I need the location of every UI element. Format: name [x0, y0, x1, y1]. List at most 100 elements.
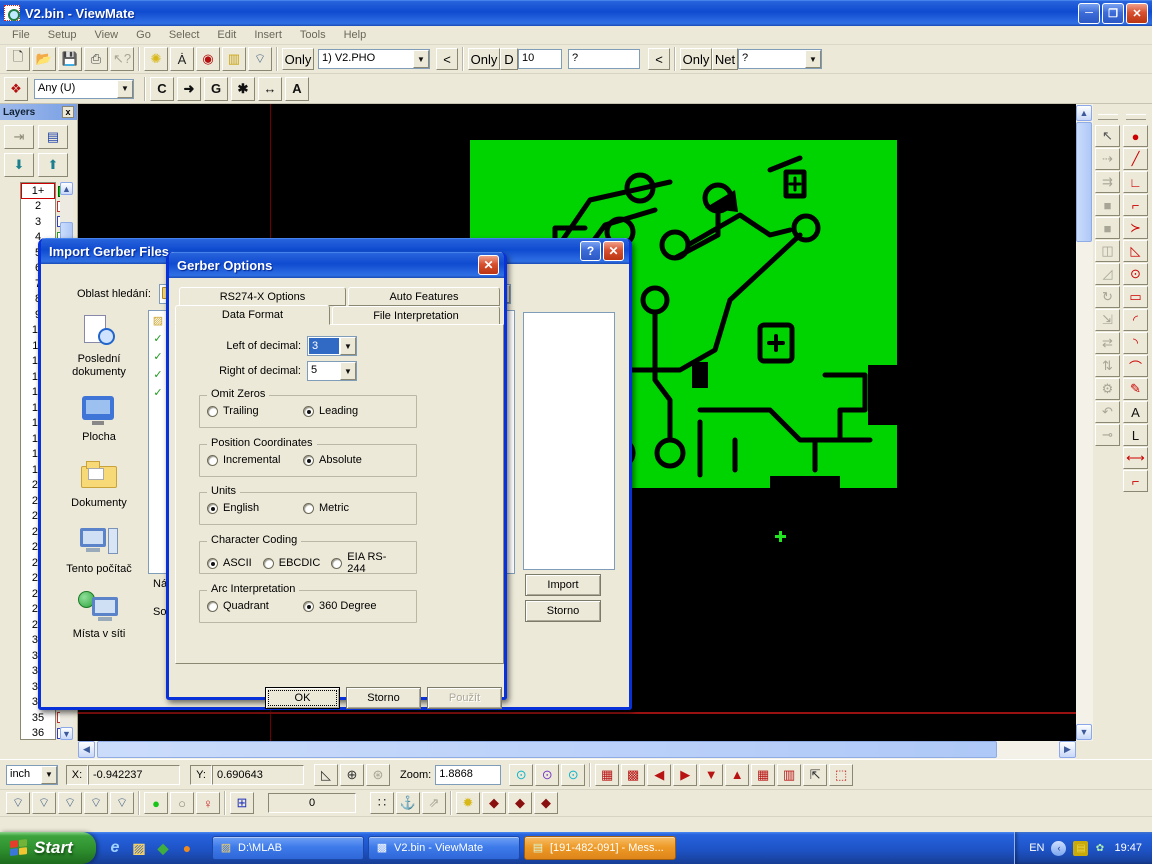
select-cursor-icon[interactable]: ↖ [1095, 125, 1120, 147]
undo-icon[interactable]: ↶ [1095, 401, 1120, 423]
highlight-red-bulb-icon[interactable]: ♀ [196, 792, 220, 814]
menu-item-file[interactable]: File [4, 27, 38, 43]
zoom-in-icon[interactable]: ⊙ [509, 764, 533, 786]
green-app-icon[interactable]: ◆ [154, 839, 172, 857]
menu-item-help[interactable]: Help [336, 27, 375, 43]
canvas-vertical-scrollbar[interactable]: ▲ ▼ [1076, 104, 1093, 741]
draw-hook-icon[interactable]: ⌐ [1123, 470, 1148, 492]
radio-dot[interactable] [207, 455, 218, 466]
move-dcode-icon[interactable]: ⇢ [1095, 148, 1120, 170]
chevron-down-icon[interactable]: ▼ [805, 50, 821, 68]
task-button[interactable]: ▨D:\MLAB [212, 836, 364, 860]
dcode-query-input[interactable]: ? [568, 49, 640, 69]
scroll-right-icon[interactable]: ▶ [1059, 741, 1076, 758]
close-icon[interactable]: ✕ [478, 255, 499, 275]
selection-filter-icon[interactable]: ❖ [4, 77, 28, 101]
filled-square-icon[interactable]: ■ [1095, 194, 1120, 216]
text-tool-button[interactable]: A [285, 77, 309, 101]
radio-eia-rs-244[interactable]: EIA RS-244 [331, 551, 401, 575]
tab-rs274x-options[interactable]: RS274-X Options [179, 287, 346, 306]
folder-icon[interactable]: ▨ [151, 314, 165, 328]
ok-button[interactable]: OK [265, 687, 340, 709]
menu-item-go[interactable]: Go [128, 27, 159, 43]
pad-select-flash-icon[interactable]: ✹ [456, 792, 480, 814]
component-tool-button[interactable]: C [150, 77, 174, 101]
net-select-combo[interactable]: ? ▼ [738, 49, 822, 69]
help-button[interactable]: ? [580, 241, 601, 261]
save-file-icon[interactable]: 💾 [58, 47, 82, 71]
tray-card-icon[interactable]: ▤ [1073, 841, 1088, 856]
radio-incremental[interactable]: Incremental [207, 454, 303, 466]
dcode-number-input[interactable]: 10 [518, 49, 562, 69]
storno-button[interactable]: Storno [346, 687, 421, 709]
view-ruler-icon[interactable]: ⌔ [248, 47, 272, 71]
resize-grid-icon[interactable]: ⇱ [803, 764, 827, 786]
scroll-thumb[interactable] [1076, 122, 1092, 242]
close-button[interactable]: ✕ [603, 241, 624, 261]
measure-diagonal-icon[interactable]: ⇗ [422, 792, 446, 814]
text-insert-icon[interactable]: A [1123, 401, 1148, 423]
zoom-value-input[interactable]: 1.8868 [435, 765, 501, 785]
gerber-file-icon[interactable]: ✓ [151, 350, 165, 364]
draw-angle-icon[interactable]: ≻ [1123, 217, 1148, 239]
layers-close-icon[interactable]: x [62, 106, 74, 118]
aperture-table-icon[interactable]: ⊞ [230, 792, 254, 814]
selection-filter-combo[interactable]: Any (U) ▼ [34, 79, 134, 99]
only-dcode-button[interactable]: Only [468, 48, 500, 70]
snap-grid-icon[interactable]: ∷ [370, 792, 394, 814]
layer-row[interactable]: 36 [21, 726, 55, 742]
pad-flash-icon[interactable]: ● [1123, 125, 1148, 147]
radio-dot[interactable] [303, 406, 314, 417]
place-item-documents-folder[interactable]: Dokumenty [51, 458, 147, 510]
view-traces-icon[interactable]: ⌔ [84, 792, 108, 814]
sketch-pencil-icon[interactable]: ✎ [1123, 378, 1148, 400]
layer-table-icon[interactable]: ▤ [38, 125, 68, 149]
pan-up-icon[interactable]: ▲ [725, 764, 749, 786]
layer-colors-icon[interactable]: ▥ [222, 47, 246, 71]
context-help-icon[interactable]: ↖? [110, 47, 134, 71]
tray-chevron-icon[interactable]: ‹ [1051, 841, 1066, 856]
scale-icon[interactable]: ⇲ [1095, 309, 1120, 331]
label-insert-icon[interactable]: L [1123, 424, 1148, 446]
radio-360-degree[interactable]: 360 Degree [303, 600, 399, 612]
pad-move-icon[interactable]: ◆ [508, 792, 532, 814]
radio-trailing[interactable]: Trailing [207, 405, 303, 417]
left-of-decimal-combo[interactable]: 3 ▼ [307, 336, 357, 356]
view-dcodes-icon[interactable]: ⌔ [6, 792, 30, 814]
reroute-icon[interactable]: ⊸ [1095, 424, 1120, 446]
maximize-button[interactable]: ❐ [1102, 3, 1124, 24]
menu-item-tools[interactable]: Tools [292, 27, 334, 43]
dimension-icon[interactable]: ⟷ [1123, 447, 1148, 469]
grid-count-field[interactable]: 0 [268, 793, 356, 813]
zoom-region-icon[interactable]: ⊙ [535, 764, 559, 786]
filled-square-2-icon[interactable]: ■ [1095, 217, 1120, 239]
minimize-button[interactable]: ─ [1078, 3, 1100, 24]
only-layer-button[interactable]: Only [282, 48, 314, 70]
swap-tool-button[interactable]: ↔ [258, 77, 282, 101]
draw-triangle-icon[interactable]: ◺ [1123, 240, 1148, 262]
view-lines-icon[interactable]: ⌔ [32, 792, 56, 814]
layer-select-combo[interactable]: 1) V2.PHO ▼ [318, 49, 430, 69]
dock-layer-icon[interactable]: ⇥ [4, 125, 34, 149]
language-indicator[interactable]: EN [1029, 842, 1044, 854]
layer-row[interactable]: 35 [21, 710, 55, 726]
chevron-down-icon[interactable]: ▼ [41, 766, 57, 784]
goto-arrow-tool-button[interactable]: ➜ [177, 77, 201, 101]
firefox-icon[interactable]: ● [178, 839, 196, 857]
angle-measure-icon[interactable]: ◺ [314, 764, 338, 786]
view-pads-icon[interactable]: ⌔ [58, 792, 82, 814]
radio-english[interactable]: English [207, 502, 303, 514]
chevron-down-icon[interactable]: ▼ [117, 80, 133, 98]
probe-icon[interactable]: ⊛ [366, 764, 390, 786]
pad-rotate-icon[interactable]: ◆ [534, 792, 558, 814]
new-file-icon[interactable]: 🗋 [6, 47, 30, 71]
unit-combo[interactable]: inch ▼ [6, 765, 58, 785]
flash-tool-button[interactable]: ✱ [231, 77, 255, 101]
rotate-icon[interactable]: ↻ [1095, 286, 1120, 308]
open-file-icon[interactable]: 📂 [32, 47, 56, 71]
tab-data-format[interactable]: Data Format [175, 305, 330, 325]
highlight-off-bulb-icon[interactable]: ○ [170, 792, 194, 814]
chevron-down-icon[interactable]: ▼ [340, 337, 356, 355]
sketch-arc-icon[interactable]: ⌒ [1123, 355, 1148, 377]
canvas-horizontal-scrollbar[interactable]: ◀ ▶ [78, 741, 1076, 759]
